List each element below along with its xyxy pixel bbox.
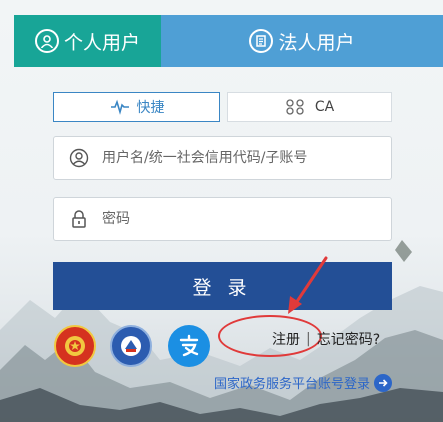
account-links: 注册 | 忘记密码? <box>272 329 380 349</box>
password-field[interactable] <box>53 197 392 241</box>
arrow-right-icon <box>374 373 393 392</box>
register-link[interactable]: 注册 <box>272 329 300 349</box>
user-type-tabs: 个人用户 法人用户 <box>14 15 443 67</box>
username-input[interactable] <box>100 149 374 167</box>
tab-personal-user[interactable]: 个人用户 <box>14 15 161 67</box>
alipay-icon[interactable] <box>168 325 210 367</box>
forgot-password-link[interactable]: 忘记密码? <box>317 329 380 349</box>
tab-personal-label: 个人用户 <box>63 31 140 54</box>
user-icon <box>68 147 90 169</box>
password-input[interactable] <box>100 210 374 228</box>
police-emblem-icon[interactable] <box>54 325 96 367</box>
gov-platform-label: 国家政务服务平台账号登录 <box>214 377 371 392</box>
login-method-ca-label: CA <box>314 99 335 115</box>
pulse-icon <box>110 99 129 115</box>
tax-emblem-icon[interactable] <box>110 325 152 367</box>
ca-key-icon <box>286 99 304 115</box>
login-method-ca[interactable]: CA <box>227 92 392 122</box>
lock-icon <box>68 208 90 230</box>
user-circle-icon <box>34 29 59 53</box>
tab-legal-label: 法人用户 <box>278 31 355 54</box>
login-page: 个人用户 法人用户 快捷 CA 用户名/统一社会信用代码/子账号 登录 注册 |… <box>0 0 443 422</box>
username-field[interactable] <box>53 136 392 180</box>
gov-platform-login-link[interactable]: 国家政务服务平台账号登录 <box>214 373 393 392</box>
tab-legal-user[interactable]: 法人用户 <box>161 15 443 67</box>
link-separator: | <box>306 331 311 347</box>
login-method-quick-label: 快捷 <box>136 100 165 116</box>
document-icon <box>249 29 274 53</box>
login-button[interactable]: 登录 <box>53 262 392 310</box>
login-method-quick[interactable]: 快捷 <box>53 92 220 122</box>
